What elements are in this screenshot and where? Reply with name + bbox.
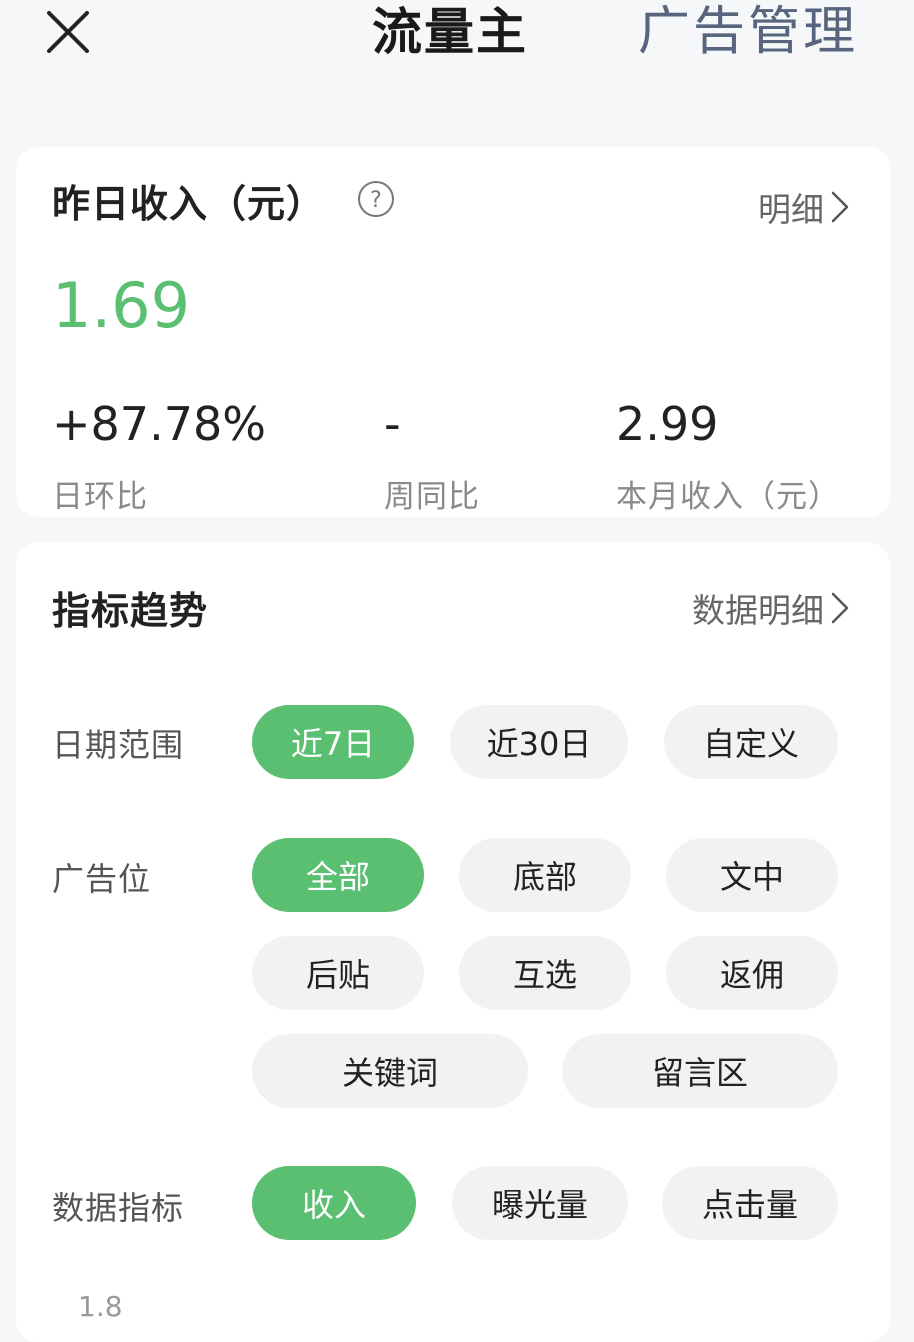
ad-position-keyword[interactable]: 关键词 xyxy=(252,1034,528,1108)
chevron-right-icon xyxy=(831,592,849,624)
day-over-day-value: +87.78% xyxy=(52,397,266,451)
metric-trend-card: 指标趋势 数据明细 日期范围 近7日 近30日 自定义 广告位 全部 底部 文中… xyxy=(16,542,890,1342)
date-option-30d[interactable]: 近30日 xyxy=(450,705,628,779)
ad-position-mutual-select[interactable]: 互选 xyxy=(459,936,631,1010)
day-over-day-label: 日环比 xyxy=(52,479,148,515)
week-over-week-label: 周同比 xyxy=(384,479,480,515)
date-option-custom[interactable]: 自定义 xyxy=(664,705,838,779)
ad-position-comment-area[interactable]: 留言区 xyxy=(562,1034,838,1108)
close-icon xyxy=(47,11,89,53)
chevron-right-icon xyxy=(831,191,849,223)
metric-income[interactable]: 收入 xyxy=(252,1166,416,1240)
month-income-label: 本月收入（元） xyxy=(616,479,840,515)
week-over-week-value: - xyxy=(384,397,401,451)
date-range-label: 日期范围 xyxy=(52,726,185,764)
svg-text:?: ? xyxy=(370,188,382,213)
metric-clicks[interactable]: 点击量 xyxy=(662,1166,838,1240)
ad-position-bottom[interactable]: 底部 xyxy=(459,838,631,912)
ad-position-commission[interactable]: 返佣 xyxy=(666,936,838,1010)
month-income-value: 2.99 xyxy=(616,397,719,451)
income-detail-link[interactable]: 明细 xyxy=(758,183,850,231)
metric-impressions[interactable]: 曝光量 xyxy=(452,1166,628,1240)
ad-position-post-roll[interactable]: 后贴 xyxy=(252,936,424,1010)
page-title: 流量主 xyxy=(372,3,528,61)
ad-position-all[interactable]: 全部 xyxy=(252,838,424,912)
close-button[interactable] xyxy=(44,8,92,56)
yesterday-income-card: 昨日收入（元） ? 明细 1.69 +87.78% 日环比 - 周同比 2.99… xyxy=(16,147,890,517)
data-detail-link[interactable]: 数据明细 xyxy=(692,584,850,632)
yesterday-income-value: 1.69 xyxy=(52,269,191,342)
income-detail-label: 明细 xyxy=(758,190,824,229)
trend-card-title: 指标趋势 xyxy=(52,589,209,633)
income-card-title: 昨日收入（元） xyxy=(52,182,326,226)
metric-label: 数据指标 xyxy=(52,1189,185,1227)
ad-position-in-article[interactable]: 文中 xyxy=(666,838,838,912)
top-bar: 流量主 广告管理 xyxy=(0,0,914,70)
chart-y-axis-tick: 1.8 xyxy=(78,1290,123,1323)
help-icon[interactable]: ? xyxy=(357,180,395,218)
date-option-7d[interactable]: 近7日 xyxy=(252,705,414,779)
ad-manage-link[interactable]: 广告管理 xyxy=(638,0,858,64)
data-detail-label: 数据明细 xyxy=(692,591,824,630)
ad-position-label: 广告位 xyxy=(52,860,152,898)
